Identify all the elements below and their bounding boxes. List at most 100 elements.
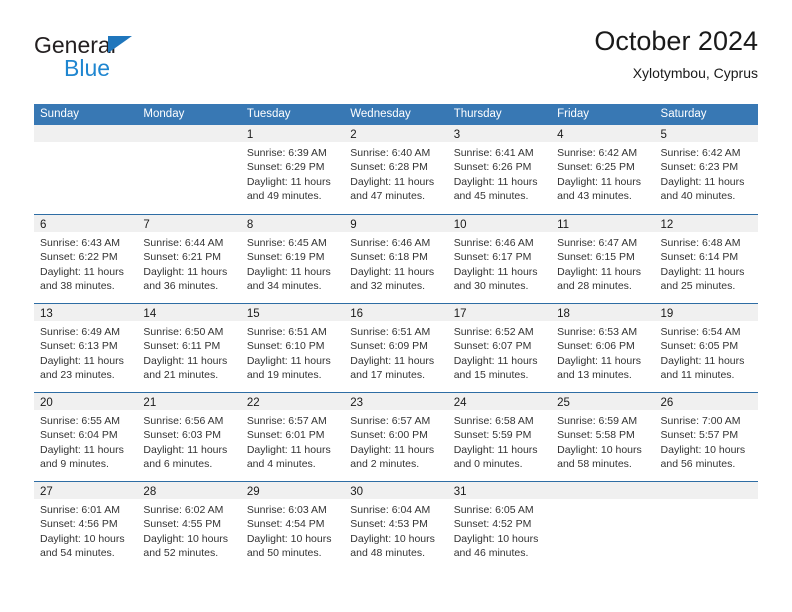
day-cell[interactable]: 28 Sunrise: 6:02 AM Sunset: 4:55 PM Dayl… [137, 482, 241, 570]
day-details: Sunrise: 6:57 AM Sunset: 6:01 PM Dayligh… [241, 410, 344, 471]
daylight-text-line2: and 56 minutes. [660, 457, 736, 470]
day-number: 25 [557, 397, 570, 409]
day-cell[interactable]: 2 Sunrise: 6:40 AM Sunset: 6:28 PM Dayli… [344, 125, 448, 214]
sunrise-text: Sunrise: 6:48 AM [660, 237, 741, 249]
day-number: 29 [246, 486, 260, 498]
sunset-text: Sunset: 4:53 PM [350, 518, 428, 531]
daylight-text-line2: and 38 minutes. [40, 279, 115, 292]
day-number: 3 [453, 129, 461, 141]
day-number-band: 31 [447, 482, 552, 499]
day-cell[interactable]: 9 Sunrise: 6:46 AM Sunset: 6:18 PM Dayli… [344, 215, 448, 303]
daylight-text-line2: and 40 minutes. [660, 189, 736, 202]
sunrise-text: Sunrise: 6:42 AM [660, 147, 741, 159]
day-cell[interactable]: 15 Sunrise: 6:51 AM Sunset: 6:10 PM Dayl… [240, 304, 345, 392]
daylight-text-line1: Daylight: 11 hours [143, 265, 228, 278]
sunrise-text: Sunrise: 6:57 AM [246, 415, 327, 427]
weekday-header-monday: Monday [143, 108, 185, 120]
sunrise-text: Sunrise: 6:49 AM [40, 326, 120, 338]
daylight-text-line1: Daylight: 11 hours [453, 265, 538, 278]
day-cell[interactable] [654, 482, 758, 570]
day-cell[interactable]: 6 Sunrise: 6:43 AM Sunset: 6:22 PM Dayli… [34, 215, 138, 303]
day-cell[interactable]: 11 Sunrise: 6:47 AM Sunset: 6:15 PM Dayl… [551, 215, 655, 303]
day-cell[interactable]: 8 Sunrise: 6:45 AM Sunset: 6:19 PM Dayli… [240, 215, 345, 303]
daylight-text-line2: and 52 minutes. [143, 546, 219, 559]
daylight-text-line1: Daylight: 11 hours [453, 354, 538, 367]
day-cell[interactable]: 10 Sunrise: 6:46 AM Sunset: 6:17 PM Dayl… [447, 215, 552, 303]
sunrise-text: Sunrise: 6:53 AM [557, 326, 638, 338]
sunset-text: Sunset: 6:23 PM [660, 161, 739, 174]
day-details: Sunrise: 6:51 AM Sunset: 6:09 PM Dayligh… [344, 321, 447, 382]
day-cell[interactable]: 4 Sunrise: 6:42 AM Sunset: 6:25 PM Dayli… [551, 125, 655, 214]
day-number: 24 [453, 397, 467, 409]
sunrise-text: Sunrise: 6:57 AM [350, 415, 431, 427]
day-number: 5 [660, 129, 667, 141]
day-cell[interactable]: 18 Sunrise: 6:53 AM Sunset: 6:06 PM Dayl… [551, 304, 655, 392]
sunset-text: Sunset: 6:26 PM [453, 161, 532, 174]
daylight-text-line2: and 4 minutes. [246, 457, 316, 470]
day-number: 13 [40, 308, 53, 320]
day-cell[interactable]: 7 Sunrise: 6:44 AM Sunset: 6:21 PM Dayli… [137, 215, 241, 303]
day-cell[interactable]: 30 Sunrise: 6:04 AM Sunset: 4:53 PM Dayl… [344, 482, 448, 570]
daylight-text-line2: and 45 minutes. [453, 189, 529, 202]
day-cell[interactable]: 13 Sunrise: 6:49 AM Sunset: 6:13 PM Dayl… [34, 304, 138, 392]
sunrise-text: Sunrise: 6:02 AM [143, 504, 224, 516]
day-number: 15 [246, 308, 260, 320]
day-cell[interactable] [551, 482, 655, 570]
day-number-band: 18 [551, 304, 655, 321]
day-cell[interactable]: 19 Sunrise: 6:54 AM Sunset: 6:05 PM Dayl… [654, 304, 758, 392]
day-number-band: 2 [344, 125, 448, 142]
page-subtitle: Xylotymbou, Cyprus [632, 65, 758, 81]
day-number: 31 [453, 486, 467, 498]
daylight-text-line2: and 43 minutes. [557, 189, 632, 202]
day-cell[interactable]: 26 Sunrise: 7:00 AM Sunset: 5:57 PM Dayl… [654, 393, 758, 481]
day-cell[interactable]: 21 Sunrise: 6:56 AM Sunset: 6:03 PM Dayl… [137, 393, 241, 481]
sunset-text: Sunset: 6:06 PM [557, 340, 635, 353]
day-number: 9 [350, 219, 357, 231]
daylight-text-line2: and 2 minutes. [350, 457, 420, 470]
day-details: Sunrise: 6:55 AM Sunset: 6:04 PM Dayligh… [34, 410, 137, 471]
daylight-text-line1: Daylight: 11 hours [453, 175, 538, 188]
day-details: Sunrise: 6:46 AM Sunset: 6:17 PM Dayligh… [448, 232, 551, 293]
day-cell[interactable]: 16 Sunrise: 6:51 AM Sunset: 6:09 PM Dayl… [344, 304, 448, 392]
page-title: October 2024 [594, 26, 758, 56]
daylight-text-line2: and 0 minutes. [453, 457, 523, 470]
day-cell[interactable]: 12 Sunrise: 6:48 AM Sunset: 6:14 PM Dayl… [654, 215, 758, 303]
daylight-text-line1: Daylight: 11 hours [350, 443, 435, 456]
day-cell[interactable]: 14 Sunrise: 6:50 AM Sunset: 6:11 PM Dayl… [137, 304, 241, 392]
day-cell[interactable]: 25 Sunrise: 6:59 AM Sunset: 5:58 PM Dayl… [551, 393, 655, 481]
day-number-band [551, 482, 655, 499]
day-number: 23 [350, 397, 364, 409]
week-row: 27 Sunrise: 6:01 AM Sunset: 4:56 PM Dayl… [34, 481, 758, 570]
weekday-header-wednesday: Wednesday [350, 108, 411, 120]
day-cell[interactable]: 3 Sunrise: 6:41 AM Sunset: 6:26 PM Dayli… [447, 125, 552, 214]
sunrise-text: Sunrise: 6:01 AM [40, 504, 120, 516]
day-cell[interactable]: 20 Sunrise: 6:55 AM Sunset: 6:04 PM Dayl… [34, 393, 138, 481]
daylight-text-line2: and 54 minutes. [40, 546, 115, 559]
sunset-text: Sunset: 6:18 PM [350, 251, 428, 264]
day-cell[interactable] [137, 125, 241, 214]
sunset-text: Sunset: 5:59 PM [453, 429, 532, 442]
day-cell[interactable]: 29 Sunrise: 6:03 AM Sunset: 4:54 PM Dayl… [240, 482, 345, 570]
day-cell[interactable]: 24 Sunrise: 6:58 AM Sunset: 5:59 PM Dayl… [447, 393, 552, 481]
calendar-page: General Blue October 2024 Xylotymbou, Cy… [0, 0, 792, 612]
day-number: 12 [660, 219, 674, 231]
sunrise-text: Sunrise: 6:43 AM [40, 237, 120, 249]
day-cell[interactable]: 1 Sunrise: 6:39 AM Sunset: 6:29 PM Dayli… [240, 125, 345, 214]
day-details: Sunrise: 6:59 AM Sunset: 5:58 PM Dayligh… [551, 410, 654, 471]
day-number: 1 [246, 129, 254, 141]
logo-triangle-icon [108, 36, 132, 53]
day-cell[interactable]: 5 Sunrise: 6:42 AM Sunset: 6:23 PM Dayli… [654, 125, 758, 214]
day-number-band: 19 [654, 304, 758, 321]
daylight-text-line2: and 23 minutes. [40, 368, 115, 381]
sunset-text: Sunset: 6:09 PM [350, 340, 428, 353]
day-cell[interactable]: 23 Sunrise: 6:57 AM Sunset: 6:00 PM Dayl… [344, 393, 448, 481]
day-cell[interactable]: 27 Sunrise: 6:01 AM Sunset: 4:56 PM Dayl… [34, 482, 138, 570]
day-cell[interactable]: 17 Sunrise: 6:52 AM Sunset: 6:07 PM Dayl… [447, 304, 552, 392]
day-cell[interactable] [34, 125, 138, 214]
day-cell[interactable]: 31 Sunrise: 6:05 AM Sunset: 4:52 PM Dayl… [447, 482, 552, 570]
day-cell[interactable]: 22 Sunrise: 6:57 AM Sunset: 6:01 PM Dayl… [240, 393, 345, 481]
sunset-text: Sunset: 6:11 PM [143, 340, 221, 353]
sunset-text: Sunset: 6:17 PM [453, 251, 532, 264]
daylight-text-line1: Daylight: 11 hours [246, 265, 331, 278]
sunrise-text: Sunrise: 6:52 AM [453, 326, 534, 338]
